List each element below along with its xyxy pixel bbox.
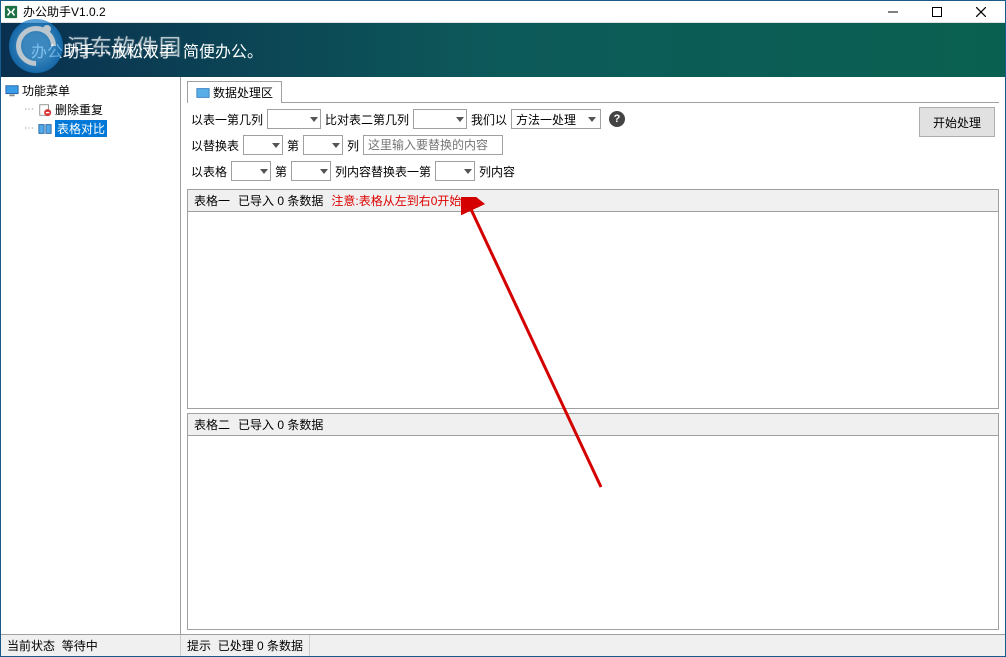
status-hint-value: 已处理 0 条数据: [218, 637, 303, 654]
select-replace-table[interactable]: [243, 135, 283, 155]
table1-header: 表格一 已导入 0 条数据 注意:表格从左到右0开始: [187, 189, 999, 212]
tree-connector-icon: ⋯: [23, 123, 35, 134]
table1-list[interactable]: [187, 212, 999, 409]
statusbar: 当前状态 等待中 提示 已处理 0 条数据: [1, 634, 1005, 656]
table1-section: 表格一 已导入 0 条数据 注意:表格从左到右0开始: [187, 189, 999, 409]
sidebar-item-label: 删除重复: [55, 101, 103, 118]
tab-label: 数据处理区: [213, 84, 273, 101]
table2-section: 表格二 已导入 0 条数据: [187, 413, 999, 630]
body-area: 功能菜单 ⋯ 删除重复 ⋯ 表格对比 数据处理区 以表一第几列 比对表二第几列: [1, 77, 1005, 634]
maximize-button[interactable]: [915, 2, 959, 22]
label-column-content: 列内容: [479, 163, 515, 180]
titlebar: 办公助手V1.0.2: [1, 1, 1005, 23]
window-controls: [871, 2, 1003, 22]
table2-title: 表格二: [194, 416, 230, 433]
window-title: 办公助手V1.0.2: [23, 3, 871, 20]
app-icon: [3, 4, 19, 20]
delete-icon: [38, 103, 52, 117]
monitor-icon: [5, 84, 19, 98]
label-column: 列: [347, 137, 359, 154]
select-table1-col[interactable]: [267, 109, 321, 129]
select-target-col[interactable]: [435, 161, 475, 181]
table2-list[interactable]: [187, 436, 999, 630]
control-row-3: 以表格 第 列内容替换表一第 列内容: [191, 161, 995, 181]
select-method[interactable]: 方法一处理: [511, 109, 601, 129]
control-row-2: 以替换表 第 列: [191, 135, 995, 155]
select-by-table[interactable]: [231, 161, 271, 181]
control-row-1: 以表一第几列 比对表二第几列 我们以 方法一处理 ?: [191, 109, 995, 129]
label-ordinal-2: 第: [275, 163, 287, 180]
main-panel: 数据处理区 以表一第几列 比对表二第几列 我们以 方法一处理 ? 以替换表 第 …: [181, 77, 1005, 634]
select-table2-col[interactable]: [413, 109, 467, 129]
tab-data-processing[interactable]: 数据处理区: [187, 81, 282, 103]
minimize-button[interactable]: [871, 2, 915, 22]
label-table2-col: 比对表二第几列: [325, 111, 409, 128]
status-hint: 提示 已处理 0 条数据: [181, 635, 310, 656]
status-state: 当前状态 等待中: [1, 635, 181, 656]
select-by-col[interactable]: [291, 161, 331, 181]
sidebar: 功能菜单 ⋯ 删除重复 ⋯ 表格对比: [1, 77, 181, 634]
sidebar-item-label: 表格对比: [55, 120, 107, 137]
sidebar-item-delete-duplicates[interactable]: ⋯ 删除重复: [21, 100, 178, 119]
status-hint-label: 提示: [187, 637, 211, 654]
banner: 办公助手---放松双手 简便办公。: [1, 23, 1005, 77]
close-button[interactable]: [959, 2, 1003, 22]
sidebar-item-table-compare[interactable]: ⋯ 表格对比: [21, 119, 178, 138]
compare-icon: [38, 122, 52, 136]
start-process-button[interactable]: 开始处理: [919, 107, 995, 137]
table2-header: 表格二 已导入 0 条数据: [187, 413, 999, 436]
folder-icon: [196, 86, 210, 100]
controls-area: 以表一第几列 比对表二第几列 我们以 方法一处理 ? 以替换表 第 列 以表格 …: [187, 103, 999, 189]
label-by-table: 以表格: [191, 163, 227, 180]
label-replace-t1: 列内容替换表一第: [335, 163, 431, 180]
select-replace-col[interactable]: [303, 135, 343, 155]
banner-subtitle: 简便办公。: [183, 38, 263, 62]
table2-status: 已导入 0 条数据: [238, 416, 323, 433]
tree-root-label: 功能菜单: [22, 82, 70, 99]
status-state-value: 等待中: [62, 637, 98, 654]
label-table1-col: 以表一第几列: [191, 111, 263, 128]
table1-title: 表格一: [194, 192, 230, 209]
table1-status: 已导入 0 条数据: [238, 192, 323, 209]
tree-connector-icon: ⋯: [23, 104, 35, 115]
banner-title: 办公助手---放松双手: [31, 38, 175, 62]
input-replace-content[interactable]: [363, 135, 503, 155]
label-method: 我们以: [471, 111, 507, 128]
table1-note: 注意:表格从左到右0开始: [331, 192, 461, 209]
label-ordinal: 第: [287, 137, 299, 154]
select-method-value: 方法一处理: [516, 111, 576, 128]
status-state-label: 当前状态: [7, 637, 55, 654]
help-icon[interactable]: ?: [609, 111, 625, 127]
label-replace-table: 以替换表: [191, 137, 239, 154]
tree-root[interactable]: 功能菜单: [3, 81, 178, 100]
tab-header: 数据处理区: [187, 81, 999, 103]
